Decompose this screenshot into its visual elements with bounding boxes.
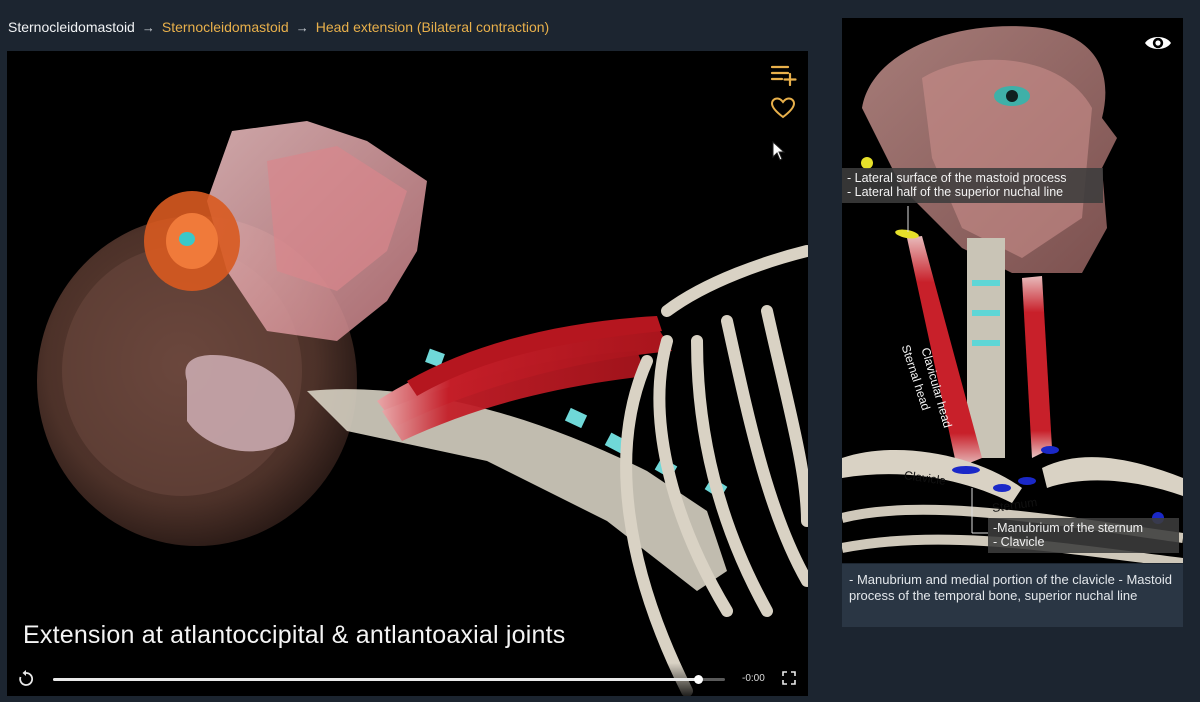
playlist-add-icon[interactable] [770, 64, 798, 86]
player-controls: -0:00 [7, 663, 808, 696]
origin-line-1: - Lateral surface of the mastoid process [847, 171, 1067, 185]
origin-insertion-description: - Manubrium and medial portion of the cl… [842, 564, 1183, 627]
seek-bar-progress [53, 678, 699, 681]
origin-line-2: - Lateral half of the superior nuchal li… [847, 185, 1064, 199]
insertion-callout: -Manubrium of the sternum - Clavicle [988, 518, 1179, 553]
anatomy-animation-frame [37, 121, 808, 696]
heart-icon[interactable] [771, 97, 795, 119]
breadcrumb-separator-icon: → [295, 19, 309, 35]
replay-icon[interactable] [17, 670, 35, 688]
seek-bar[interactable] [53, 675, 725, 684]
insertion-line-2: - Clavicle [993, 535, 1045, 549]
breadcrumb: Sternocleidomastoid → Sternocleidomastoi… [8, 17, 549, 37]
breadcrumb-separator-icon: → [141, 19, 155, 35]
seek-bar-handle[interactable] [694, 675, 704, 684]
origin-insertion-image: - Lateral surface of the mastoid process… [842, 18, 1183, 563]
origin-callout: - Lateral surface of the mastoid process… [842, 168, 1103, 203]
video-caption: Extension at atlantoccipital & antlantoa… [23, 621, 566, 649]
mouse-cursor-icon [772, 141, 786, 161]
fullscreen-icon[interactable] [782, 671, 796, 685]
neck-anatomy-illustration [842, 26, 1183, 563]
breadcrumb-root[interactable]: Sternocleidomastoid [8, 19, 135, 35]
insertion-line-1: -Manubrium of the sternum [993, 521, 1144, 535]
video-player[interactable]: Extension at atlantoccipital & antlantoa… [7, 51, 808, 696]
eye-icon[interactable] [1144, 32, 1172, 54]
time-remaining: -0:00 [742, 673, 765, 684]
breadcrumb-item-muscle[interactable]: Sternocleidomastoid [162, 19, 289, 35]
breadcrumb-item-action[interactable]: Head extension (Bilateral contraction) [316, 19, 549, 35]
